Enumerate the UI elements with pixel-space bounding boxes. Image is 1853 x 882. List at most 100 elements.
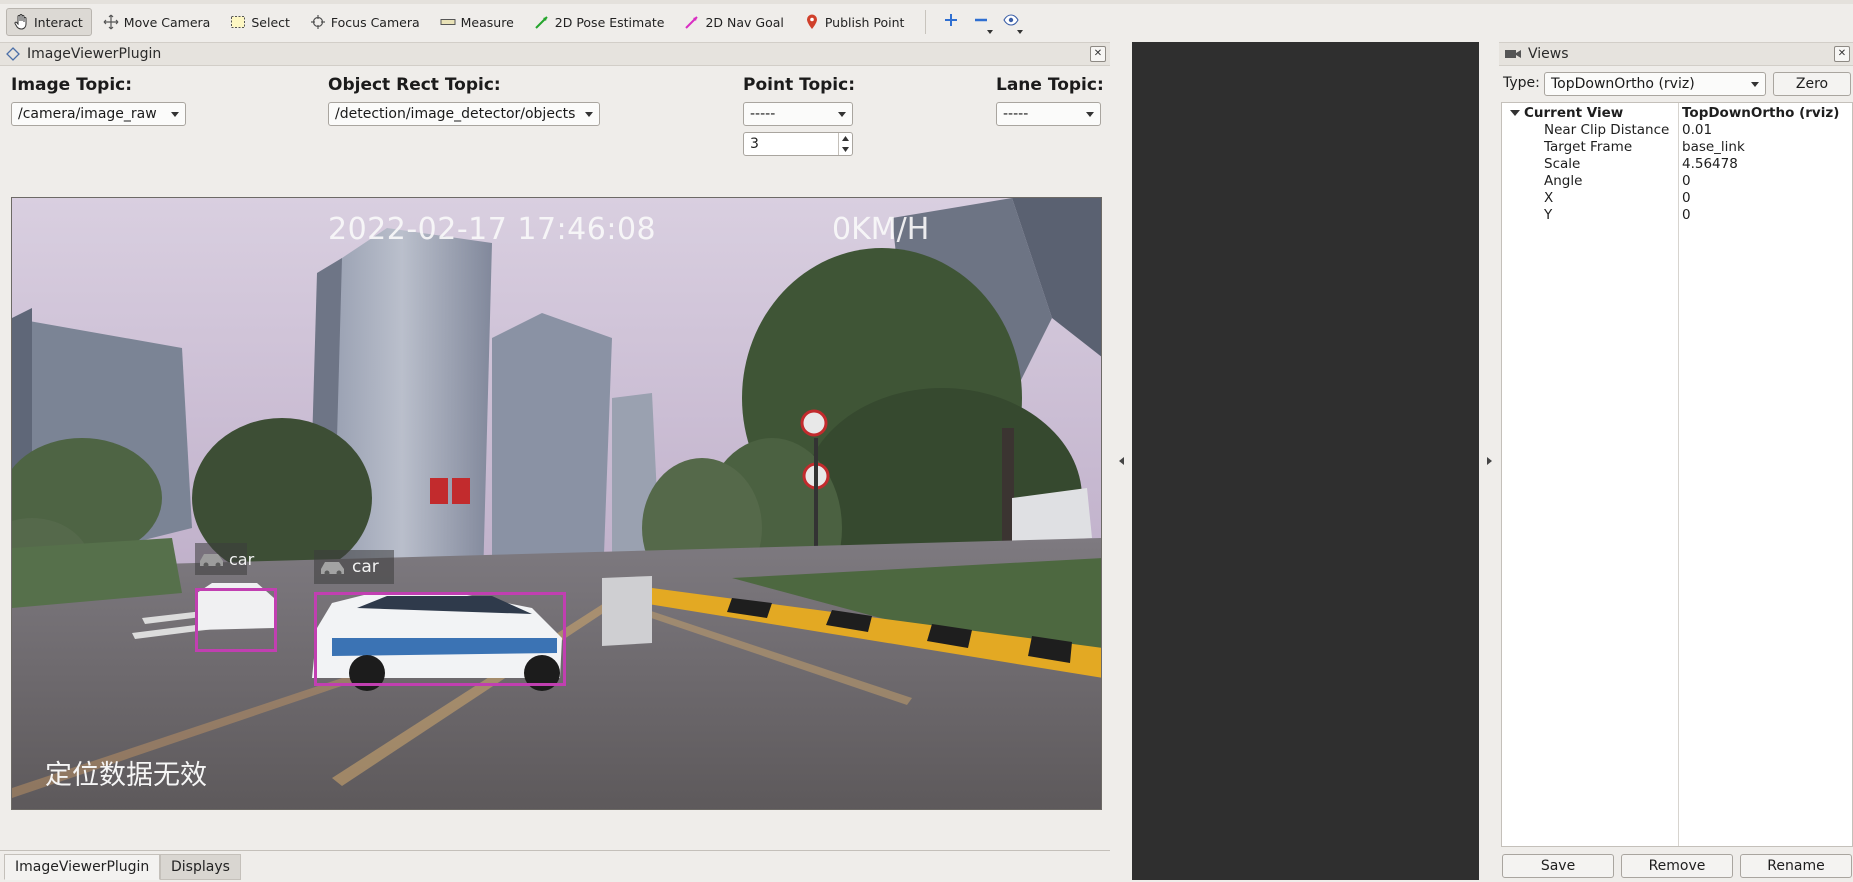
image-topic-select[interactable]: /camera/image_raw [11,102,186,126]
eye-icon [1003,14,1020,30]
ruler-icon [440,14,456,30]
tab-displays[interactable]: Displays [160,854,241,880]
tool-publish-point-label: Publish Point [824,14,905,30]
tool-interact-button[interactable]: Interact [6,8,92,36]
tree-row-y[interactable]: Y 0 [1502,207,1853,224]
right-splitter-handle[interactable] [1479,42,1499,882]
left-splitter-handle[interactable] [1112,42,1132,882]
lane-topic-select[interactable]: ----- [996,102,1101,126]
collapse-left-arrow-icon[interactable] [1119,457,1124,465]
chevron-down-icon [838,112,846,117]
remove-view-button[interactable]: Remove [1621,854,1733,878]
tree-row-current-view[interactable]: Current View TopDownOrtho (rviz) [1502,105,1853,122]
view-type-select[interactable]: TopDownOrtho (rviz) [1544,72,1766,96]
views-close-button[interactable]: ✕ [1834,46,1850,62]
tool-measure-button[interactable]: Measure [433,8,523,36]
view-type-value: TopDownOrtho (rviz) [1551,76,1695,92]
property-value[interactable]: 0 [1682,173,1691,190]
move-camera-icon [103,14,119,30]
tool-move-camera-button[interactable]: Move Camera [96,8,220,36]
zero-button[interactable]: Zero [1773,72,1851,96]
tree-row-scale[interactable]: Scale 4.56478 [1502,156,1853,173]
image-topic-value: /camera/image_raw [18,106,157,122]
point-topic-select[interactable]: ----- [743,102,853,126]
property-name: Scale [1544,156,1581,172]
green-arrow-icon [534,14,550,30]
remove-view-label: Remove [1648,858,1706,874]
image-status-text: 定位数据无效 [45,760,207,791]
camera-image-view: 2022-02-17 17:46:08 0KM/H 定位数据无效 car car [11,197,1102,810]
tool-interact-label: Interact [34,14,83,30]
tool-select-button[interactable]: Select [223,8,299,36]
chevron-down-icon [1017,30,1024,34]
property-value[interactable]: 0 [1682,190,1691,207]
tree-row-angle[interactable]: Angle 0 [1502,173,1853,190]
image-viewer-close-button[interactable]: ✕ [1090,46,1106,62]
tab-displays-label: Displays [171,859,230,875]
rename-view-button[interactable]: Rename [1740,854,1852,878]
expand-triangle-icon[interactable] [1510,110,1520,116]
tool-move-camera-label: Move Camera [123,14,211,30]
remove-tool-button[interactable] [966,8,996,36]
tree-row-x[interactable]: X 0 [1502,190,1853,207]
lane-topic-label: Lane Topic: [996,75,1104,95]
chevron-down-icon [987,30,994,34]
tool-2d-pose-estimate-label: 2D Pose Estimate [554,14,665,30]
image-viewer-panel-header: ImageViewerPlugin ✕ [0,42,1110,66]
minus-icon [974,13,988,31]
chevron-down-icon [585,112,593,117]
tool-focus-camera-button[interactable]: Focus Camera [303,8,429,36]
property-name: Near Clip Distance [1544,122,1670,138]
detection-label-box: car [314,550,394,584]
property-value[interactable]: 0.01 [1682,122,1712,139]
collapse-right-arrow-icon[interactable] [1487,457,1492,465]
property-value[interactable]: 4.56478 [1682,156,1738,173]
render-3d-view[interactable] [1132,42,1479,880]
tools-toolbar: Interact Move Camera Select Focus Camera… [0,4,1853,40]
detection-label: car [352,557,379,577]
current-view-value: TopDownOrtho (rviz) [1682,105,1840,121]
tool-2d-pose-estimate-button[interactable]: 2D Pose Estimate [527,8,674,36]
property-value[interactable]: 0 [1682,207,1691,224]
image-speed: 0KM/H [832,212,930,247]
chevron-down-icon [1086,112,1094,117]
view-type-label: Type: [1503,75,1540,91]
hand-icon [13,14,29,30]
image-topic-label: Image Topic: [11,75,133,95]
tool-2d-nav-goal-button[interactable]: 2D Nav Goal [677,8,792,36]
property-name: Angle [1544,173,1583,189]
map-pin-icon [804,14,820,30]
focus-camera-icon [310,14,326,30]
point-size-spinbox[interactable]: 3 [743,132,853,156]
object-rect-topic-select[interactable]: /detection/image_detector/objects [328,102,600,126]
chevron-down-icon [171,112,179,117]
camera-image [12,198,1101,809]
add-tool-button[interactable] [936,8,966,36]
views-panel-title: Views [1528,46,1569,62]
point-size-value: 3 [750,136,759,152]
select-icon [230,14,246,30]
property-value[interactable]: base_link [1682,139,1745,156]
tree-row-near-clip-distance[interactable]: Near Clip Distance 0.01 [1502,122,1853,139]
detection-bounding-box [314,592,566,686]
spin-up-icon[interactable] [839,133,852,144]
chevron-down-icon [1751,82,1759,87]
spin-down-icon[interactable] [839,144,852,155]
car-icon [318,558,348,576]
tree-row-target-frame[interactable]: Target Frame base_link [1502,139,1853,156]
tab-image-viewer-plugin-label: ImageViewerPlugin [15,859,150,875]
bottom-tab-bar: ImageViewerPlugin Displays [0,850,1110,882]
close-icon: ✕ [1837,48,1847,59]
tab-image-viewer-plugin[interactable]: ImageViewerPlugin [4,854,161,880]
image-timestamp: 2022-02-17 17:46:08 [328,212,657,247]
image-viewer-panel-title: ImageViewerPlugin [27,46,162,62]
camera-icon [1504,48,1522,60]
property-name: Target Frame [1544,139,1633,155]
plugin-diamond-icon [6,47,20,61]
save-view-button[interactable]: Save [1502,854,1614,878]
spinbox-buttons[interactable] [838,133,852,155]
tool-publish-point-button[interactable]: Publish Point [797,8,914,36]
tool-visibility-button[interactable] [996,8,1026,36]
close-icon: ✕ [1093,48,1103,59]
zero-button-label: Zero [1795,76,1829,92]
